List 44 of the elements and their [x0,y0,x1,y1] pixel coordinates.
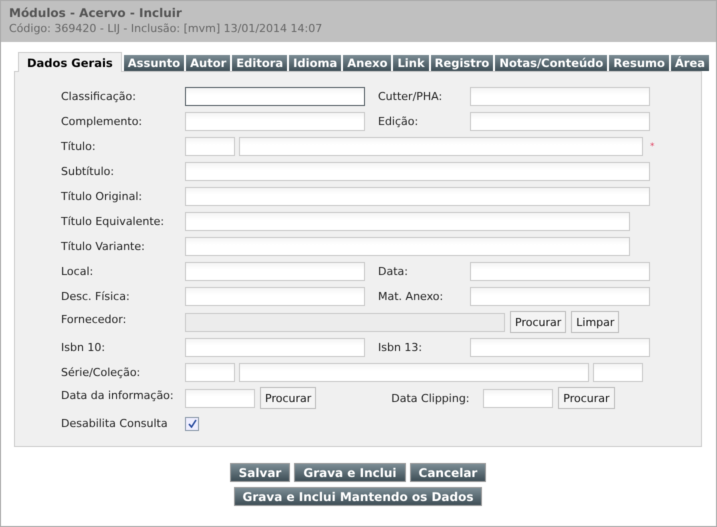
field-label: Isbn 10: [61,341,106,354]
field-label: Local: [61,265,94,278]
tab[interactable]: Notas/Conteúdo [495,55,608,71]
search-button[interactable]: Procurar [558,387,615,409]
checkbox[interactable] [185,416,199,430]
tab[interactable]: Idioma [289,55,342,71]
field-label: Fornecedor: [61,312,128,326]
tab[interactable]: Área [670,55,710,71]
required-mark: * [650,142,654,152]
tab[interactable]: Anexo [343,55,392,71]
field-label: Título: [61,140,97,153]
page-title: Módulos - Acervo - Incluir [9,5,183,21]
tab[interactable]: Resumo [609,55,669,71]
field-label: Data da informação: [61,388,175,402]
field-label: Classificação: [61,90,137,103]
tab[interactable]: Link [393,55,429,71]
action-button[interactable]: Grava e Inclui [294,463,406,482]
field-label: Título Variante: [61,240,146,253]
action-button[interactable]: Cancelar [410,463,486,482]
field-label: Data Clipping: [391,392,471,404]
action-button[interactable]: Salvar [230,463,290,482]
record-info: Código: 369420 - LIJ - Inclusão: [mvm] 13/01/2014 14:07 [9,21,324,37]
date-field[interactable] [185,388,255,408]
field-label: Cutter/PHA: [378,90,444,103]
field-label: Edição: [378,115,420,128]
field-label: Complemento: [61,115,144,128]
tab[interactable]: Registro [430,55,494,71]
tab[interactable]: Assunto [124,55,184,71]
tab[interactable]: Editora [232,55,288,71]
field-label: Desc. Física: [61,290,131,303]
field-label: Subtítulo: [61,165,116,178]
field-label: Isbn 13: [378,341,424,354]
tab[interactable]: Autor [186,55,230,71]
field-label: Título Original: [61,190,144,203]
date-field[interactable] [483,388,554,408]
field-label: Desabilita Consulta [61,417,169,430]
field-label: Série/Coleção: [61,366,142,379]
action-button[interactable]: Grava e Inclui Mantendo os Dados [234,487,482,506]
field-label: Data: [378,265,409,278]
field-label: Título Equivalente: [61,215,166,228]
tab[interactable]: Dados Gerais [18,52,122,72]
text-field[interactable] [185,87,365,106]
field-label: Mat. Anexo: [378,290,444,303]
search-button[interactable]: Procurar [260,387,316,409]
